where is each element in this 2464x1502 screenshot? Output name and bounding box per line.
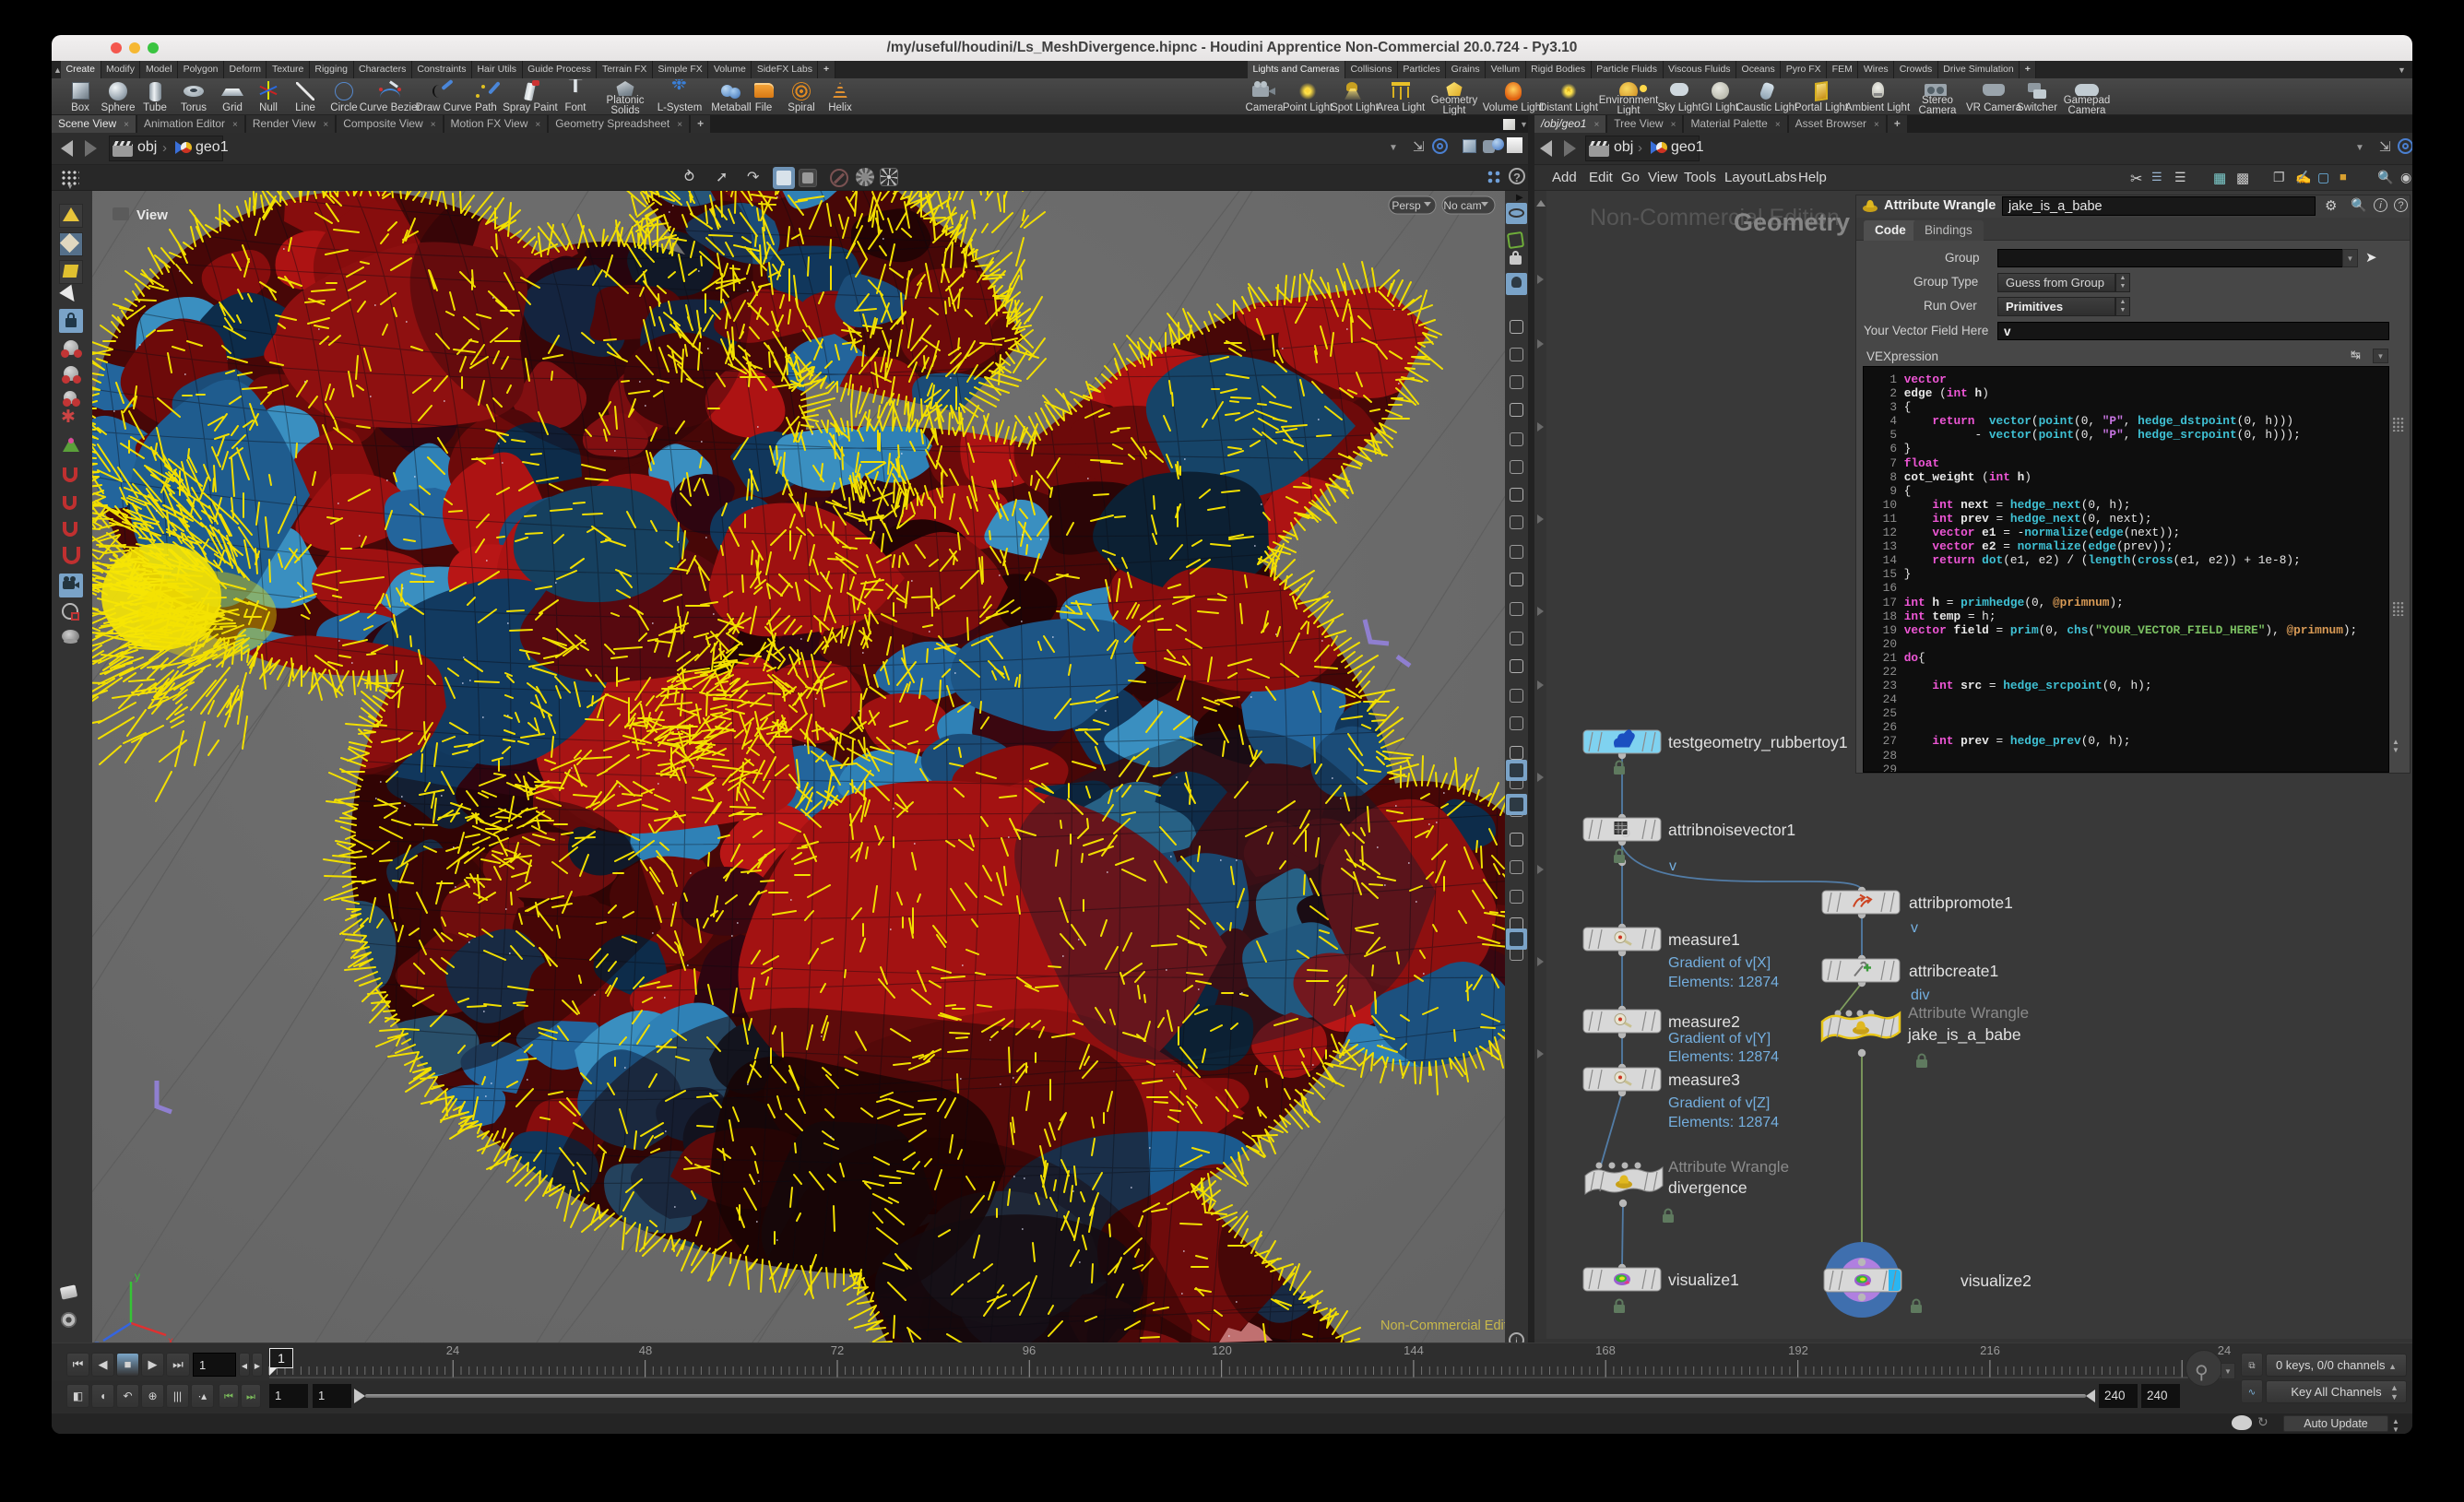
svg-text:measure2: measure2 <box>1668 1012 1740 1031</box>
svg-text:144: 144 <box>1404 1343 1424 1357</box>
svg-text:Elements: 12874: Elements: 12874 <box>1668 975 1779 990</box>
svg-text:x: x <box>168 1334 173 1342</box>
svg-text:v: v <box>1911 920 1918 936</box>
svg-text:48: 48 <box>639 1343 652 1357</box>
svg-text:jake_is_a_babe: jake_is_a_babe <box>1907 1025 2021 1045</box>
svg-text:View: View <box>136 207 168 223</box>
svg-text:168: 168 <box>1595 1343 1616 1357</box>
svg-text:Geometry: Geometry <box>1734 208 1850 236</box>
svg-text:testgeometry_rubbertoy1: testgeometry_rubbertoy1 <box>1668 733 1848 752</box>
svg-text:24: 24 <box>2218 1343 2231 1357</box>
svg-text:Attribute Wrangle: Attribute Wrangle <box>1908 1004 2029 1022</box>
svg-text:Non-Commercial Edition: Non-Commercial Edition <box>1380 1319 1505 1333</box>
svg-text:96: 96 <box>1023 1343 1036 1357</box>
svg-text:120: 120 <box>1212 1343 1232 1357</box>
svg-text:divergence: divergence <box>1668 1178 1747 1197</box>
svg-text:measure3: measure3 <box>1668 1070 1740 1089</box>
svg-text:div: div <box>1911 988 1929 1003</box>
svg-text:attribpromote1: attribpromote1 <box>1909 893 2013 912</box>
svg-text:Elements: 12874: Elements: 12874 <box>1668 1049 1779 1065</box>
svg-text:Gradient of v[X]: Gradient of v[X] <box>1668 955 1771 971</box>
svg-text:Elements: 12874: Elements: 12874 <box>1668 1115 1779 1130</box>
svg-text:attribnoisevector1: attribnoisevector1 <box>1668 821 1795 839</box>
svg-text:v: v <box>1669 858 1676 874</box>
svg-text:attribcreate1: attribcreate1 <box>1909 962 1998 980</box>
svg-text:measure1: measure1 <box>1668 930 1740 949</box>
svg-text:visualize1: visualize1 <box>1668 1271 1739 1289</box>
svg-text:visualize2: visualize2 <box>1961 1271 2032 1290</box>
svg-text:72: 72 <box>831 1343 844 1357</box>
svg-text:Persp: Persp <box>1392 199 1421 212</box>
svg-text:Gradient of v[Y]: Gradient of v[Y] <box>1668 1031 1771 1047</box>
svg-text:Gradient of v[Z]: Gradient of v[Z] <box>1668 1095 1770 1111</box>
svg-text:No cam: No cam <box>1443 199 1481 212</box>
svg-text:y: y <box>135 1270 140 1283</box>
svg-text:192: 192 <box>1788 1343 1808 1357</box>
svg-text:Attribute Wrangle: Attribute Wrangle <box>1668 1158 1789 1176</box>
svg-text:216: 216 <box>1980 1343 2000 1357</box>
svg-text:24: 24 <box>446 1343 459 1357</box>
